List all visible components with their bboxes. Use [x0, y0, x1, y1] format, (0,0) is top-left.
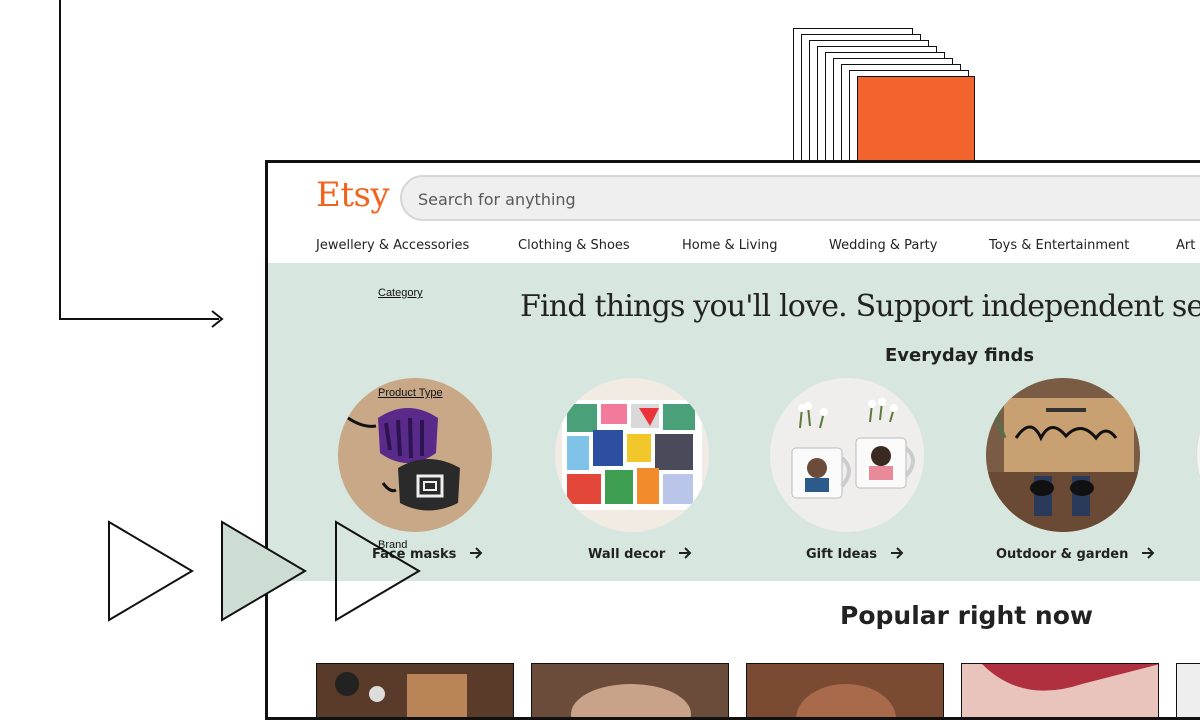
nav-item-toys[interactable]: Toys & Entertainment: [989, 238, 1129, 253]
product-card[interactable]: [316, 663, 514, 717]
popular-title: Popular right now: [840, 601, 1093, 630]
annotation-product-type: Product Type: [378, 387, 443, 399]
play-triangle-filled-icon: [221, 520, 307, 622]
search-input[interactable]: [402, 177, 1020, 221]
product-card[interactable]: [531, 663, 729, 717]
play-triangle-transparent-icon: [335, 520, 421, 622]
etsy-logo[interactable]: Etsy: [316, 175, 390, 215]
category-label-gift-ideas[interactable]: Gift Ideas: [806, 547, 904, 562]
browser-frame: Etsy Jewellery & Accessories Clothing & …: [265, 160, 1200, 720]
category-image-face-masks[interactable]: [338, 378, 492, 532]
arrow-right-icon: [1141, 547, 1155, 559]
product-card[interactable]: [1176, 663, 1200, 717]
nav-item-art[interactable]: Art &: [1176, 238, 1200, 253]
category-image-partial[interactable]: [1196, 378, 1200, 532]
connector-line-vertical: [59, 0, 61, 320]
arrow-right-icon: [678, 547, 692, 559]
nav-item-wedding[interactable]: Wedding & Party: [829, 238, 937, 253]
category-nav: Jewellery & Accessories Clothing & Shoes…: [268, 238, 1200, 260]
orange-square: [857, 76, 975, 164]
nav-item-clothing[interactable]: Clothing & Shoes: [518, 238, 630, 253]
arrow-right-icon: [469, 547, 483, 559]
category-image-gift-ideas[interactable]: [770, 378, 924, 532]
category-image-outdoor-garden[interactable]: [986, 378, 1140, 532]
category-label-outdoor-garden[interactable]: Outdoor & garden: [996, 547, 1155, 562]
search-bar[interactable]: [400, 175, 1200, 221]
annotation-category: Category: [378, 287, 423, 299]
play-triangle-outline-icon: [108, 520, 194, 622]
arrow-right-icon: [890, 547, 903, 559]
nav-item-home[interactable]: Home & Living: [682, 238, 777, 253]
category-image-wall-decor[interactable]: [555, 378, 709, 532]
connector-line-horizontal: [59, 318, 219, 320]
nav-item-jewellery[interactable]: Jewellery & Accessories: [316, 238, 469, 253]
product-card[interactable]: [746, 663, 944, 717]
category-label-wall-decor[interactable]: Wall decor: [588, 547, 692, 562]
arrow-head-icon: [211, 310, 224, 328]
hero-subtitle: Everyday finds: [885, 345, 1035, 366]
hero-title: Find things you'll love. Support indepen…: [520, 289, 1200, 324]
product-card[interactable]: [961, 663, 1159, 717]
